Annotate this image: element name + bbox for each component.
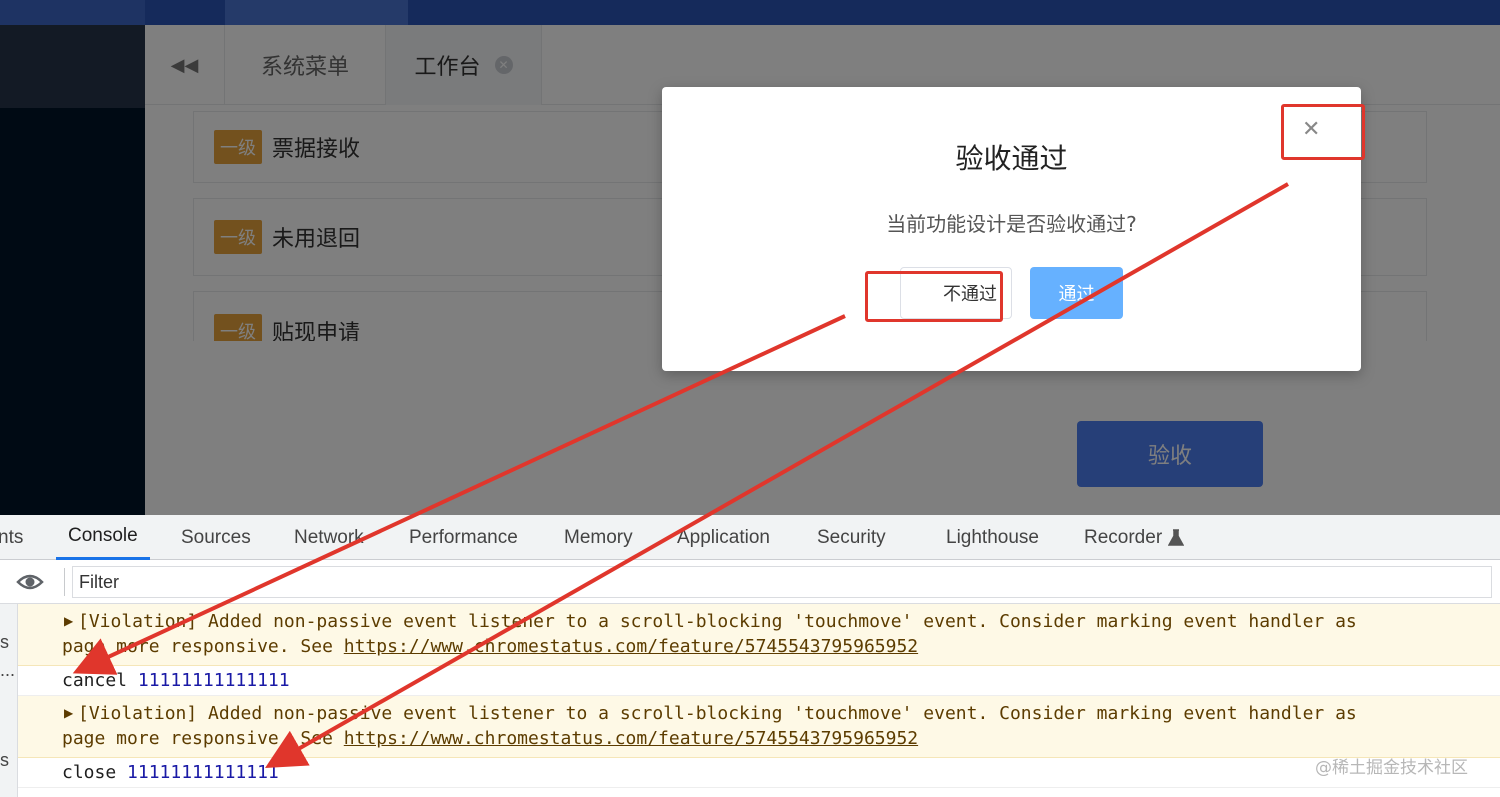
filter-separator <box>64 568 65 596</box>
tab-memory[interactable]: Memory <box>564 515 633 560</box>
warning-link[interactable]: https://www.chromestatus.com/feature/574… <box>344 636 918 657</box>
devtools-panel: nts Console Sources Network Performance … <box>0 515 1500 797</box>
tab-application[interactable]: Application <box>677 515 770 560</box>
log-value: 11111111111111 <box>137 670 290 691</box>
dialog-title: 验收通过 <box>955 142 1068 175</box>
devtools-tab-bar: nts Console Sources Network Performance … <box>0 515 1500 560</box>
tab-performance[interactable]: Performance <box>409 515 518 560</box>
log-value: 11111111111111 <box>127 762 279 783</box>
warning-text-cont: page more responsive. See https://www.ch… <box>62 636 918 657</box>
console-log: close 11111111111111 <box>18 758 1500 788</box>
reject-button[interactable]: 不通过 <box>900 267 1012 319</box>
console-log: cancel 11111111111111 <box>18 666 1500 696</box>
warning-prefix: page more responsive. See <box>62 636 344 657</box>
console-filter-bar <box>0 560 1500 604</box>
eye-icon[interactable] <box>16 569 44 595</box>
log-label: close <box>62 762 117 783</box>
expand-triangle-icon[interactable]: ▶ <box>64 706 73 720</box>
confirm-dialog: 验收通过 ✕ 当前功能设计是否验收通过? 不通过 通过 <box>662 87 1361 371</box>
warning-link[interactable]: https://www.chromestatus.com/feature/574… <box>344 728 918 749</box>
console-output: ▶ [Violation] Added non-passive event li… <box>18 604 1500 797</box>
tab-elements[interactable]: nts <box>0 515 23 560</box>
dialog-message: 当前功能设计是否验收通过? <box>886 212 1137 236</box>
filter-input[interactable] <box>72 566 1492 598</box>
tab-security[interactable]: Security <box>817 515 886 560</box>
warning-text-cont: page more responsive. See https://www.ch… <box>62 728 918 749</box>
sidebar-fragment: s <box>0 750 9 770</box>
watermark: @稀土掘金技术社区 <box>1315 758 1468 778</box>
tab-console[interactable]: Console <box>56 515 150 560</box>
warning-text: [Violation] Added non-passive event list… <box>78 703 1357 724</box>
console-warning[interactable]: ▶ [Violation] Added non-passive event li… <box>18 696 1500 758</box>
log-line: close 11111111111111 <box>62 762 279 783</box>
console-sidebar: s ... s <box>0 604 18 797</box>
console-warning[interactable]: ▶ [Violation] Added non-passive event li… <box>18 604 1500 666</box>
sidebar-fragment: ... <box>0 660 16 680</box>
warning-text: [Violation] Added non-passive event list… <box>78 611 1357 632</box>
flask-icon <box>1168 528 1185 546</box>
log-label: cancel <box>62 670 128 691</box>
tab-network[interactable]: Network <box>294 515 364 560</box>
app-area: ◀◀ 系统菜单 工作台 ✕ 一级 票据接收 一级 未用退回 一级 贴现申请 验收… <box>0 0 1500 515</box>
tab-sources[interactable]: Sources <box>181 515 251 560</box>
warning-prefix: page more responsive. See <box>62 728 344 749</box>
log-line: cancel 11111111111111 <box>62 670 290 691</box>
tab-recorder[interactable]: Recorder <box>1084 515 1185 560</box>
tab-lighthouse[interactable]: Lighthouse <box>946 515 1039 560</box>
close-icon[interactable]: ✕ <box>1302 117 1320 142</box>
approve-button[interactable]: 通过 <box>1030 267 1123 319</box>
tab-recorder-label: Recorder <box>1084 526 1163 548</box>
expand-triangle-icon[interactable]: ▶ <box>64 614 73 628</box>
sidebar-fragment: s <box>0 632 9 652</box>
